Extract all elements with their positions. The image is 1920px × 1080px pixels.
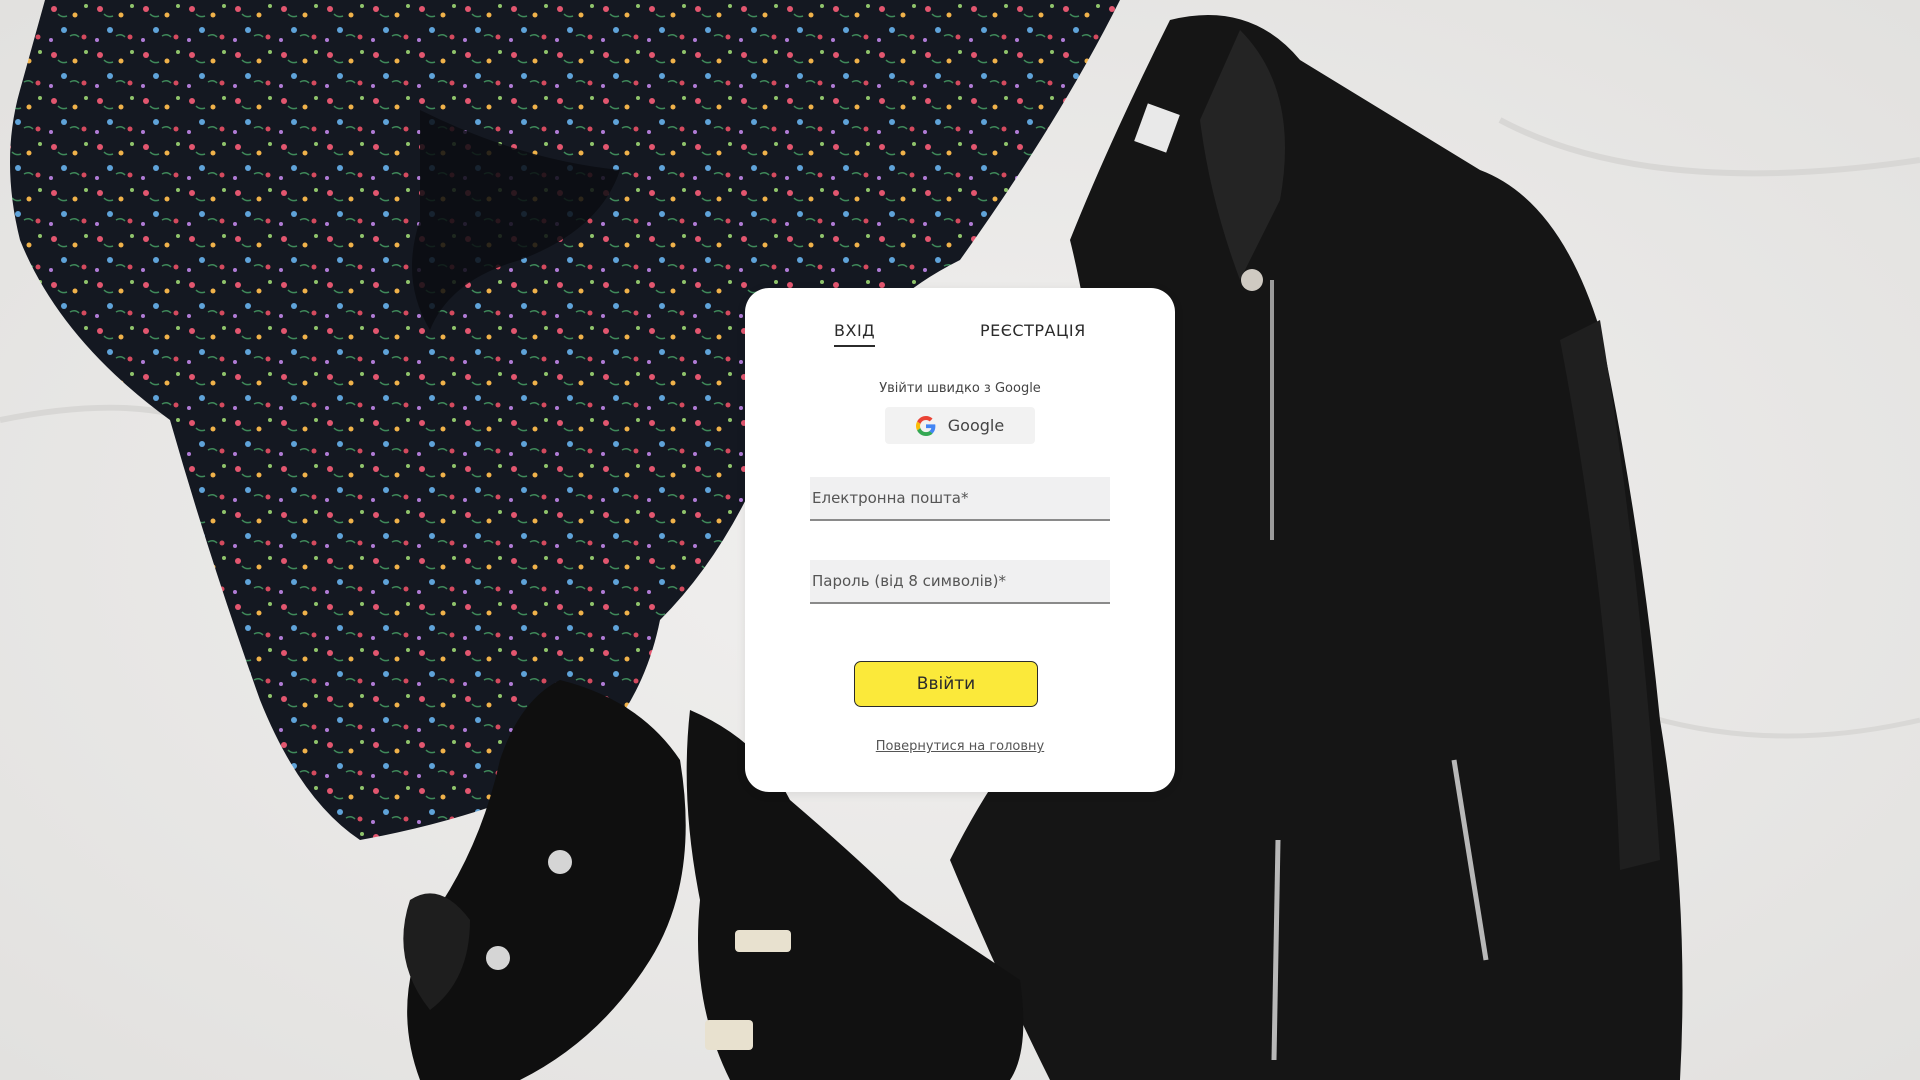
tab-register-label: РЕЄСТРАЦІЯ <box>980 321 1086 340</box>
back-to-home-link[interactable]: Повернутися на головну <box>745 739 1175 754</box>
google-login-hint: Увійти швидко з Google <box>879 381 1041 396</box>
tab-register[interactable]: РЕЄСТРАЦІЯ <box>980 321 1086 340</box>
active-tab-underline <box>834 345 876 347</box>
password-field[interactable] <box>810 560 1110 604</box>
tab-login[interactable]: ВХІД <box>834 321 876 347</box>
email-field[interactable] <box>810 477 1110 521</box>
google-icon <box>915 415 936 436</box>
login-submit-button[interactable]: Ввійти <box>854 661 1038 707</box>
auth-card: ВХІД РЕЄСТРАЦІЯ Увійти швидко з Google G… <box>745 288 1175 792</box>
tab-login-label: ВХІД <box>834 321 876 340</box>
google-login-button[interactable]: Google <box>885 407 1035 444</box>
google-button-label: Google <box>947 416 1005 435</box>
